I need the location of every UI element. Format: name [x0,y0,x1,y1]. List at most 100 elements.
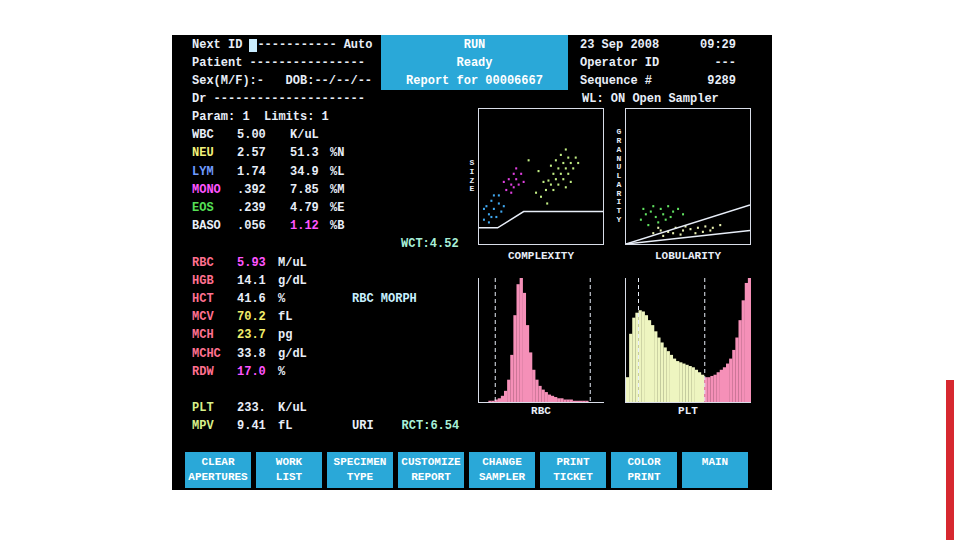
scatter-point [665,219,667,221]
histogram-bar [707,377,710,402]
scatter-point [682,229,684,231]
param-value: 2.57 [237,144,290,162]
scatter-point [642,208,644,210]
param-percent: 1.12 [290,217,330,235]
patient-field[interactable]: Patient ---------------- [192,54,381,72]
soft-key[interactable]: PRINTTICKET [540,452,606,488]
histogram-bar [557,398,560,402]
scatter-point [508,178,510,180]
sex-dob-field[interactable]: Sex(M/F):- DOB:--/--/-- [192,72,381,90]
scatter-point [557,167,559,169]
histogram-bar [735,338,738,402]
scatter-point [570,181,572,183]
param-value: .056 [237,217,290,235]
scatter-point [485,205,487,207]
scatter-point [483,219,485,221]
cbc-row: MCHC33.8g/dL [192,344,468,362]
cbc-row: RBC5.93M/uL [192,254,468,272]
gate-line [626,231,750,245]
param-unit: g/dL [278,272,352,290]
wbc-row: MONO.3927.85%M [192,181,468,199]
scatter-point [565,186,567,188]
scatter-plot: SIZECOMPLEXITY [468,108,604,264]
scatter-point [562,178,564,180]
scatter-point [655,216,657,218]
scatter-point [493,194,495,196]
histogram-bar [689,366,692,402]
header: Next ID-----------AutoPatient ----------… [172,35,772,108]
param-value: 41.6 [237,290,278,308]
histogram-bar [479,401,482,402]
histogram-bar [714,375,717,402]
histogram-bar [748,278,751,402]
scatter-point [640,219,642,221]
scatter-point [677,208,679,210]
histogram-bar [732,350,735,402]
soft-key[interactable]: CHANGESAMPLER [469,452,535,488]
cbc-row: RDW17.0% [192,363,468,381]
scatter-point [510,184,512,186]
histogram-bar [501,396,504,402]
scatter-point [535,192,537,194]
soft-key[interactable]: WORKLIST [256,452,322,488]
param-value: 5.93 [237,254,278,272]
param-unit: K/uL [290,126,352,144]
histogram-bar [560,398,563,402]
param-unit: fL [278,308,352,326]
cbc-row: HGB14.1g/dL [192,272,468,290]
param-label: HGB [192,272,237,290]
histogram-bar [626,377,629,402]
param-value: 70.2 [237,308,278,326]
histogram-chart [479,278,604,402]
scatter-point [560,173,562,175]
histogram-bar [551,396,554,402]
scatter-point [652,232,654,234]
scatter-point [490,216,492,218]
soft-key[interactable]: CLEARAPERTURES [185,452,251,488]
axis-label: GRANULARITY [615,128,623,225]
scatter-point [503,181,505,183]
scatter-point [657,221,659,223]
param-label: BASO [192,217,237,235]
histogram-bar [523,293,526,402]
scatter-point [680,233,682,235]
scatter-point [540,196,542,198]
soft-key[interactable]: SPECIMENTYPE [327,452,393,488]
next-id-field[interactable]: Next ID-----------Auto [192,36,381,54]
param-label: MCH [192,326,237,344]
histogram-bar [701,375,704,402]
soft-key[interactable]: COLORPRINT [611,452,677,488]
analyzer-screen: Next ID-----------AutoPatient ----------… [172,35,772,490]
scatter-box [625,108,751,245]
param-value: .392 [237,181,290,199]
soft-key[interactable]: MAIN [682,452,748,488]
scatter-point [518,184,520,186]
histogram-bar [729,359,732,402]
param-label: RBC [192,254,237,272]
scatter-point [709,229,711,231]
scatter-point [650,211,652,213]
histogram-bar [485,401,488,402]
param-value: 1.74 [237,163,290,181]
doctor-field[interactable]: Dr --------------------- [192,90,381,108]
histogram-bar [598,401,601,402]
rbc-morph-label: RBC MORPH [352,290,417,308]
soft-key[interactable]: CUSTOMIZEREPORT [398,452,464,488]
scatter-point [719,224,721,226]
scatter-point [488,213,490,215]
status-line: Report for 00006667 [406,72,543,90]
scatter-point [660,208,662,210]
scatter-point [510,192,512,194]
status-box: RUNReadyReport for 00006667 [381,35,568,90]
histogram-bar [507,380,510,402]
scatter-chart [479,109,603,244]
results-body: Param: 1 Limits: 1WBC5.00K/uLNEU2.5751.3… [172,108,772,435]
scatter-point [550,165,552,167]
param-label: EOS [192,199,237,217]
cbc-row: PLT233.K/uL [192,399,468,417]
operator-label: Operator ID [580,54,659,72]
histogram-bar [513,315,516,402]
histogram-bar [517,284,520,402]
scatter-point [557,184,559,186]
histogram-bar [567,400,570,402]
